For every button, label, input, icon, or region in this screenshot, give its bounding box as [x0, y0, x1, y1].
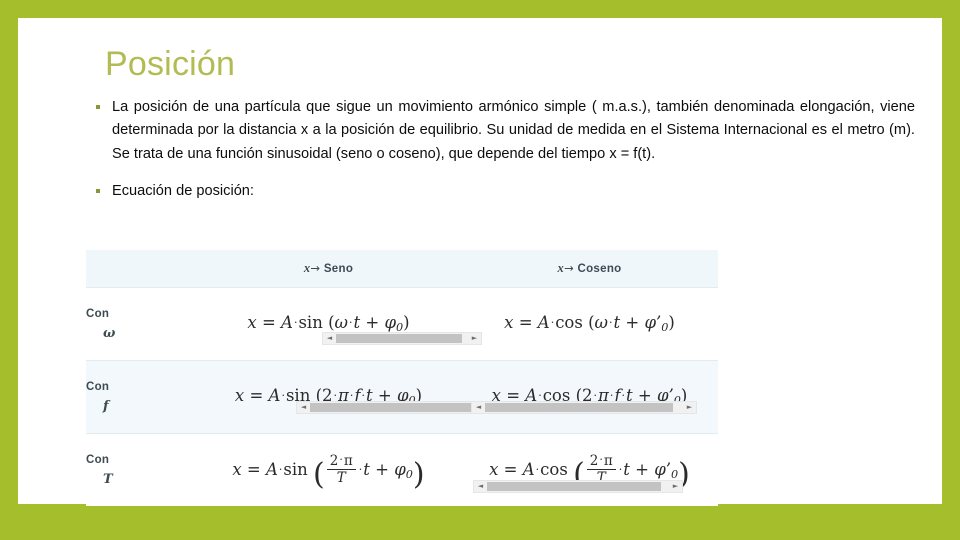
scroll-right-arrow-icon[interactable]: ► — [669, 481, 682, 492]
table-header-row: x→ Seno x→ Coseno — [86, 250, 718, 288]
list-item: La posición de una partícula que sigue u… — [90, 96, 915, 166]
bullet-marker-icon — [96, 188, 100, 193]
table-row: Con ω x = A·sin (ω·t + φ0) ◄ ► x = A·cos… — [86, 287, 718, 361]
scrollbar-thumb[interactable] — [336, 334, 462, 343]
bullet-list: La posición de una partícula que sigue u… — [90, 96, 915, 203]
condition-label: Con — [86, 454, 110, 466]
condition-cell-omega: Con ω — [86, 287, 196, 361]
scrollbar-thumb[interactable] — [487, 482, 661, 491]
condition-symbol: ω — [103, 326, 116, 341]
formula-cell-sine-omega: x = A·sin (ω·t + φ0) ◄ ► — [196, 287, 482, 361]
formula-cell-cosine-frequency: x = A·cos (2·π·f·t + φ’0) ◄ ► — [461, 360, 718, 434]
scrollbar-thumb[interactable] — [310, 403, 484, 412]
bullet-marker-icon — [96, 105, 100, 109]
formula-cosine-omega: x = A·cos (ω·t + φ’0) — [504, 313, 675, 335]
scrollbar-track[interactable] — [487, 481, 669, 492]
condition-symbol: T — [103, 472, 113, 487]
header-cell-sine: x→ Seno — [196, 250, 461, 288]
scroll-right-arrow-icon[interactable]: ► — [683, 402, 696, 413]
condition-label: Con — [86, 308, 110, 320]
header-cell-cosine: x→ Coseno — [461, 250, 718, 288]
horizontal-scrollbar[interactable]: ◄ ► — [322, 332, 482, 345]
formula-cell-cosine-omega: x = A·cos (ω·t + φ’0) — [461, 287, 718, 361]
horizontal-scrollbar[interactable]: ◄ ► — [473, 480, 683, 493]
slide-frame: Posición La posición de una partícula qu… — [0, 0, 960, 540]
arrow-right-icon: → — [564, 261, 574, 275]
condition-label: Con — [86, 381, 110, 393]
horizontal-scrollbar[interactable]: ◄ ► — [471, 401, 697, 414]
bullet-paragraph-equation-heading: Ecuación de posición: — [112, 182, 254, 199]
condition-cell-frequency: Con f — [86, 360, 196, 434]
sine-header-label: Seno — [323, 263, 354, 275]
condition-cell-period: Con T — [86, 433, 196, 506]
scrollbar-track[interactable] — [485, 402, 683, 413]
table-row: Con T x = A·sin (2·π T ·t + φ0) x = A·cos … — [86, 433, 718, 506]
formula-cell-cosine-period: x = A·cos (2·π T ·t + φ’0) ◄ ► — [461, 433, 718, 506]
scroll-left-arrow-icon[interactable]: ◄ — [297, 402, 310, 413]
list-item: Ecuación de posición: — [90, 180, 915, 203]
scrollbar-track[interactable] — [336, 333, 468, 344]
scroll-left-arrow-icon[interactable]: ◄ — [323, 333, 336, 344]
formula-cell-sine-frequency: x = A·sin (2·π·f·t + φ0) ◄ ► — [196, 360, 508, 434]
arrow-right-icon: → — [310, 261, 321, 275]
page-title: Posición — [105, 45, 236, 83]
formula-sine-period: x = A·sin (2·π T ·t + φ0) — [232, 452, 425, 492]
scroll-left-arrow-icon[interactable]: ◄ — [472, 402, 485, 413]
scrollbar-thumb[interactable] — [485, 403, 673, 412]
condition-symbol: f — [103, 399, 109, 414]
header-cell-condition — [86, 250, 196, 288]
bullet-paragraph-definition: La posición de una partícula que sigue u… — [112, 99, 915, 162]
table-row: Con f x = A·sin (2·π·f·t + φ0) ◄ ► — [86, 360, 718, 434]
position-equations-table: x→ Seno x→ Coseno Con ω x = A·sin (ω·t +… — [86, 250, 718, 506]
cosine-header-label: Coseno — [577, 263, 622, 275]
scroll-left-arrow-icon[interactable]: ◄ — [474, 481, 487, 492]
formula-cell-sine-period: x = A·sin (2·π T ·t + φ0) — [196, 433, 461, 506]
slide-content-area: Posición La posición de una partícula qu… — [18, 18, 942, 506]
